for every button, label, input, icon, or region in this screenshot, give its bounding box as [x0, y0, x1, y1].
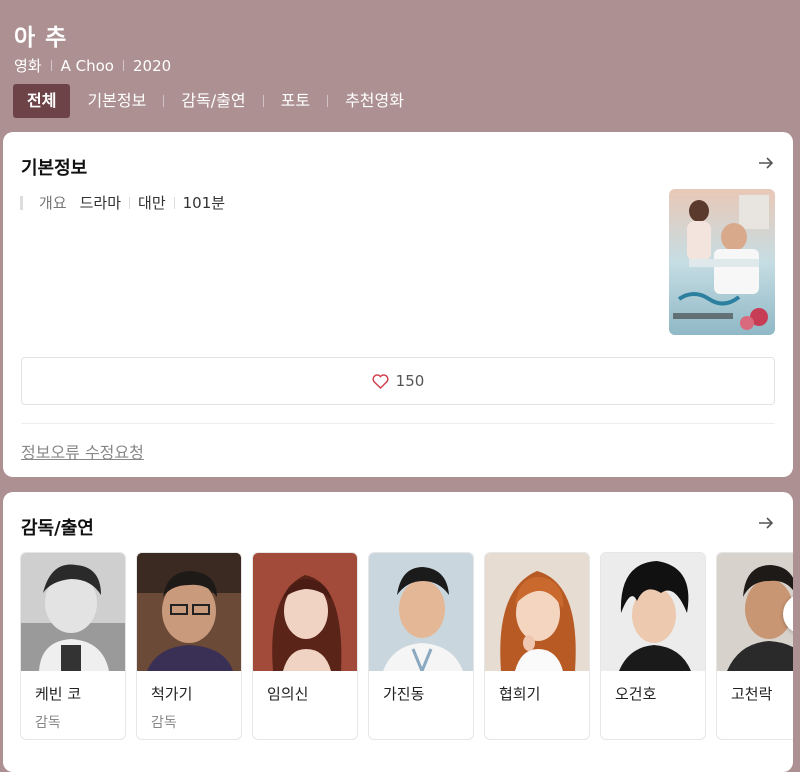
meta-separator	[50, 60, 52, 71]
country-value: 대만	[138, 194, 166, 212]
meta-separator	[122, 60, 124, 71]
person-card[interactable]: 고천락	[716, 552, 793, 740]
arrow-right-icon[interactable]	[757, 154, 775, 172]
info-separator	[129, 196, 131, 209]
person-name: 고천락	[731, 685, 773, 703]
meta-year: 2020	[132, 56, 172, 75]
person-card[interactable]: 가진동	[368, 552, 474, 740]
tab-photo[interactable]: 포토	[281, 84, 310, 118]
tab-bar: 전체 기본정보 감독/출연 포토 추천영화	[13, 84, 404, 118]
person-photo	[253, 553, 357, 671]
person-card[interactable]: 척가기 감독	[136, 552, 242, 740]
genre-value: 드라마	[79, 194, 122, 212]
tab-cast[interactable]: 감독/출연	[181, 84, 245, 118]
person-photo	[485, 553, 589, 671]
tab-all[interactable]: 전체	[13, 84, 71, 118]
tab-recommended[interactable]: 추천영화	[345, 84, 404, 118]
basic-info-title: 기본정보	[21, 158, 88, 179]
runtime-value: 101분	[182, 194, 226, 212]
movie-meta: 영화 A Choo 2020	[14, 55, 171, 76]
tab-separator	[327, 95, 329, 107]
report-error-link[interactable]: 정보오류 수정요청	[21, 439, 144, 463]
person-role: 감독	[35, 715, 61, 731]
overview-bar	[20, 195, 23, 210]
basic-info-card: 기본정보 개요 드라마 대만 101분 150 정보오류 수정요청	[3, 132, 793, 477]
person-card[interactable]: 협희기	[484, 552, 590, 740]
person-name: 가진동	[383, 685, 425, 703]
person-card[interactable]: 오건호	[600, 552, 706, 740]
movie-title: 아 추	[14, 25, 68, 51]
person-photo	[601, 553, 705, 671]
tab-separator	[262, 95, 264, 107]
overview-row: 개요 드라마 대만 101분	[20, 192, 225, 213]
person-name: 척가기	[151, 685, 193, 703]
person-photo	[21, 553, 125, 671]
meta-type: 영화	[14, 57, 42, 75]
cast-list: 케빈 코 감독 척가기 감독 임의신 가진동 협희기 오건호 고천락	[20, 552, 793, 740]
person-photo	[717, 553, 793, 671]
tab-separator	[163, 95, 165, 107]
overview-label: 개요	[39, 194, 67, 212]
person-name: 협희기	[499, 685, 541, 703]
person-role: 감독	[151, 715, 177, 731]
meta-english-title: A Choo	[60, 56, 114, 75]
cast-title: 감독/출연	[21, 518, 94, 539]
movie-header: 아 추 영화 A Choo 2020 전체 기본정보 감독/출연 포토 추천영화	[0, 0, 800, 130]
person-name: 오건호	[615, 685, 657, 703]
like-count: 150	[395, 372, 425, 390]
like-button[interactable]: 150	[21, 357, 775, 405]
person-card[interactable]: 케빈 코 감독	[20, 552, 126, 740]
person-card[interactable]: 임의신	[252, 552, 358, 740]
person-photo	[137, 553, 241, 671]
cast-card: 감독/출연 케빈 코 감독 척가기 감독 임의신 가진동 협희기 오건호 고천락	[3, 492, 793, 772]
divider	[21, 423, 775, 424]
heart-icon	[372, 373, 389, 389]
person-name: 임의신	[267, 685, 309, 703]
info-separator	[173, 196, 175, 209]
arrow-right-icon[interactable]	[757, 514, 775, 532]
tab-basic-info[interactable]: 기본정보	[87, 84, 146, 118]
person-name: 케빈 코	[35, 685, 82, 703]
movie-poster[interactable]	[669, 189, 775, 335]
person-photo	[369, 553, 473, 671]
